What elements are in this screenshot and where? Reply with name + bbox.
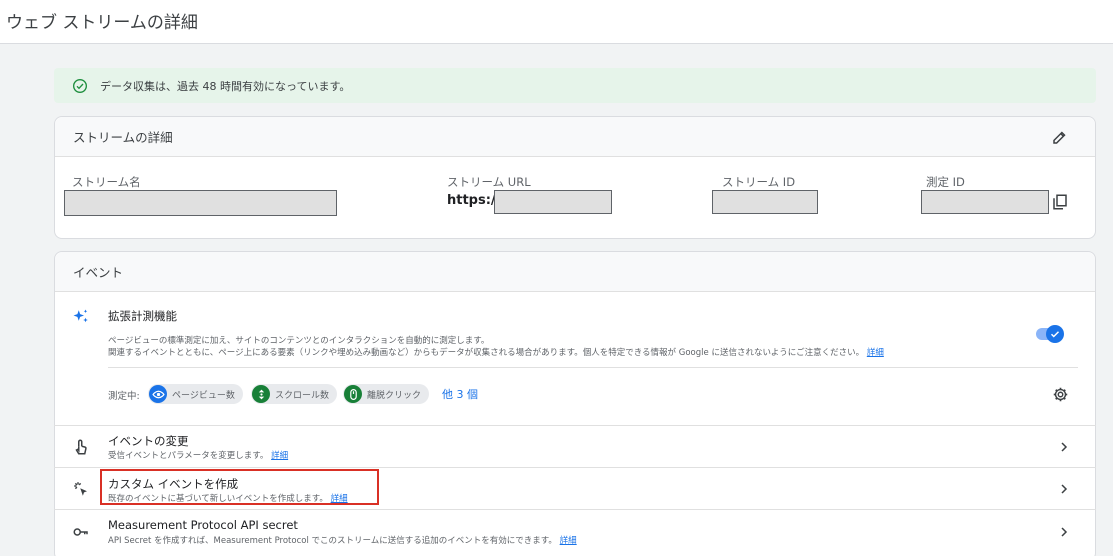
measuring-label: 測定中: [108, 391, 140, 402]
gear-icon[interactable] [1052, 386, 1069, 403]
check-circle-icon [73, 78, 87, 93]
chip-outbound-clicks-label: 離脱クリック [367, 390, 422, 401]
modify-events-detail-link[interactable]: 詳細 [271, 451, 288, 461]
stream-id-value [712, 190, 818, 214]
enhanced-measurement-desc-2: 関連するイベントとともに、ページ上にある要素（リンクや埋め込み動画など）からもデ… [108, 346, 884, 358]
modify-events-desc: 受信イベントとパラメータを変更します。 詳細 [108, 449, 288, 461]
toggle-knob [1046, 325, 1064, 343]
eye-icon [149, 385, 167, 403]
chevron-right-icon [1061, 442, 1068, 452]
copy-icon[interactable] [1051, 193, 1069, 211]
enhanced-toggle[interactable] [1034, 324, 1064, 344]
click-sparkle-icon [74, 482, 87, 496]
key-icon [73, 528, 88, 536]
scroll-icon [252, 385, 270, 403]
events-header: イベント [55, 252, 1095, 292]
enhanced-measurement-title: 拡張計測機能 [108, 309, 177, 323]
chip-scrolls-label: スクロール数 [275, 390, 330, 401]
chip-scrolls: スクロール数 [251, 384, 338, 404]
chip-page-views-label: ページビュー数 [172, 390, 235, 401]
status-banner: データ収集は、過去 48 時間有効になっています。 [54, 68, 1096, 103]
stream-details-heading: ストリームの詳細 [73, 130, 173, 145]
measurement-protocol-row[interactable]: Measurement Protocol API secret API Secr… [54, 509, 1096, 556]
sparkle-icon [73, 309, 88, 323]
stream-details-header: ストリームの詳細 [55, 117, 1095, 157]
check-icon [1050, 331, 1060, 338]
modify-events-row[interactable]: イベントの変更 受信イベントとパラメータを変更します。 詳細 [54, 425, 1096, 467]
touch-icon [75, 439, 87, 455]
edit-pencil-icon[interactable] [1051, 128, 1069, 146]
banner-text: データ収集は、過去 48 時間有効になっています。 [100, 79, 351, 93]
stream-name-value [64, 190, 337, 216]
chip-page-views: ページビュー数 [148, 384, 243, 404]
enhanced-divider [108, 367, 1078, 368]
enhanced-measurement-desc-1: ページビューの標準測定に加え、サイトのコンテンツとのインタラクションを自動的に測… [108, 336, 490, 346]
more-chips-link[interactable]: 他 3 個 [442, 386, 478, 402]
stream-id-label: ストリーム ID [722, 175, 796, 189]
chevron-right-icon [1061, 527, 1068, 537]
stream-url-value [494, 190, 612, 214]
highlight-box [100, 469, 379, 505]
stream-url-prefix: https:// [447, 193, 501, 208]
chip-outbound-clicks: 離脱クリック [343, 384, 430, 404]
measurement-protocol-title: Measurement Protocol API secret [108, 518, 298, 532]
top-bar: ウェブ ストリームの詳細 [0, 0, 1113, 44]
measurement-protocol-desc-text: API Secret を作成すれば、Measurement Protocol で… [108, 536, 557, 546]
page-title: ウェブ ストリームの詳細 [6, 13, 198, 33]
measurement-protocol-desc: API Secret を作成すれば、Measurement Protocol で… [108, 534, 577, 546]
chevron-right-icon [1061, 484, 1068, 494]
events-heading: イベント [73, 265, 124, 280]
measurement-id-value [921, 190, 1049, 214]
enhanced-desc-text: 関連するイベントとともに、ページ上にある要素（リンクや埋め込み動画など）からもデ… [108, 348, 865, 358]
mouse-icon [344, 385, 362, 403]
modify-events-desc-text: 受信イベントとパラメータを変更します。 [108, 451, 269, 461]
stream-name-label: ストリーム名 [72, 175, 141, 189]
modify-events-title: イベントの変更 [108, 434, 189, 448]
measurement-id-label: 測定 ID [926, 175, 965, 189]
stream-url-label: ストリーム URL [447, 175, 531, 189]
enhanced-detail-link[interactable]: 詳細 [867, 348, 884, 358]
measurement-protocol-detail-link[interactable]: 詳細 [560, 536, 577, 546]
